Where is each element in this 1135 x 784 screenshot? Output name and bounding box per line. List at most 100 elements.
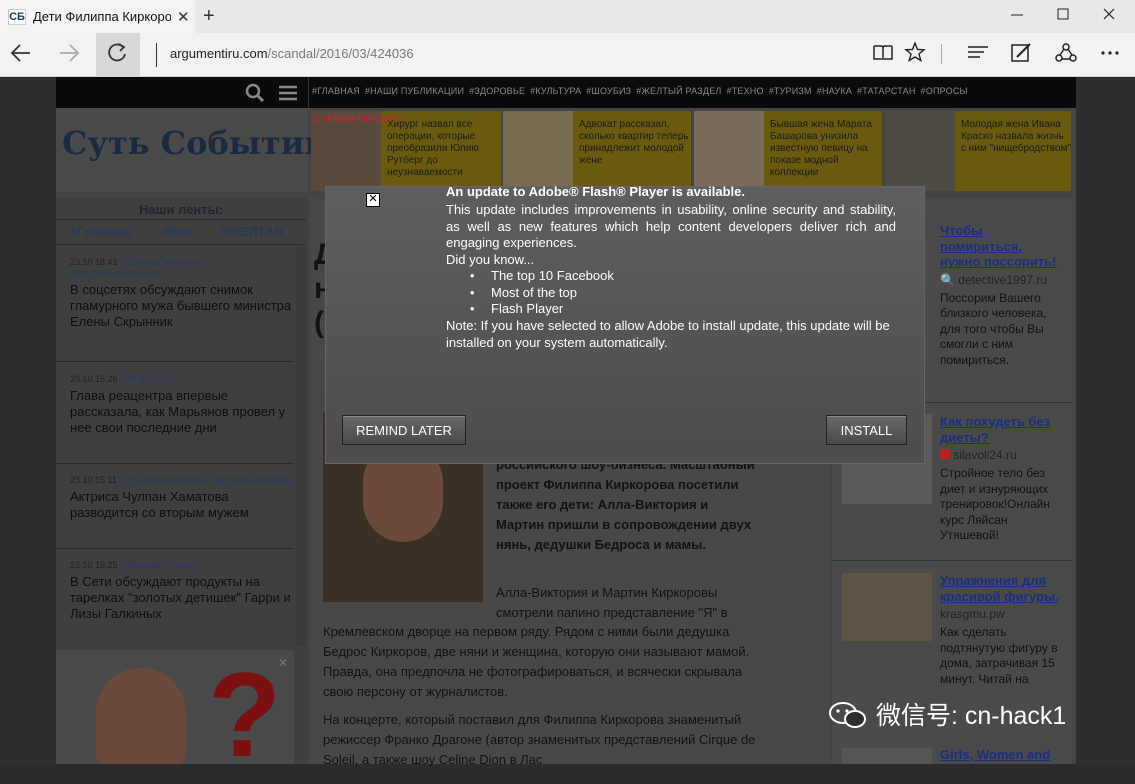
site-logo[interactable]: Суть Событий (62, 124, 328, 162)
wechat-logo-icon (828, 700, 866, 728)
favorite-star-icon[interactable] (902, 41, 928, 68)
close-ad-icon[interactable]: ✕ (278, 656, 288, 670)
feed-date: 23.10 15:25 (70, 560, 118, 570)
ad-label: С ПОИСК ПО САЙТУ (314, 114, 404, 124)
right-ad[interactable]: Упражнения для красивой фигуры. krasgmu.… (940, 573, 1065, 687)
right-ad-title[interactable]: Упражнения для красивой фигуры. (940, 573, 1065, 604)
teaser-ad-text: Хирург назвал все операции, которые прео… (387, 119, 479, 178)
right-ad-source: krasgmu.pw (940, 607, 1005, 621)
site-nav-links[interactable]: #ГЛАВНАЯ #НАШИ ПУБЛИКАЦИИ #ЗДОРОВЬЕ #КУЛЬТУ… (312, 86, 973, 96)
url-path: /scandal/2016/03/424036 (267, 46, 414, 61)
site-nav-link[interactable]: #ШОУБИЗ (586, 86, 631, 96)
site-nav-link[interactable]: #ТЕХНО (727, 86, 764, 96)
magnifier-icon: 🔍 (940, 272, 955, 287)
sidebar-scrollbar[interactable] (296, 246, 306, 646)
dialog-note: Note: If you have selected to allow Adob… (446, 318, 890, 350)
right-ad-image[interactable] (842, 573, 932, 641)
close-icon[interactable]: ✕ (366, 193, 380, 207)
toolbar-divider (941, 44, 942, 64)
install-button[interactable]: INSTALL (826, 415, 907, 445)
back-icon[interactable] (6, 41, 36, 71)
remind-later-button[interactable]: REMIND LATER (342, 415, 466, 445)
site-nav-link[interactable]: #ЖЕЛТЫЙ РАЗДЕЛ (636, 86, 721, 96)
feed-item[interactable]: 23.10 15:25 # МаксимГалкин В Сети обсужд… (70, 560, 292, 622)
feed-tags[interactable]: # Марьянов (120, 374, 175, 385)
site-nav-link[interactable]: #НАШИ ПУБЛИКАЦИИ (365, 86, 464, 96)
web-note-icon[interactable] (1008, 42, 1034, 70)
article-paragraph: На концерте, который поставил для Филипп… (323, 712, 756, 767)
url-field[interactable]: argumentiru.com/scandal/2016/03/424036 (170, 46, 414, 61)
feed-tab-all[interactable]: #Вся (162, 224, 193, 239)
site-nav-link[interactable]: #ТАТАРСТАН (857, 86, 916, 96)
dialog-did-you-know: Did you know... (446, 251, 535, 267)
site-nav-link[interactable]: #ЗДОРОВЬЕ (469, 86, 525, 96)
divider (56, 463, 294, 464)
dialog-bullet: Flash Player (491, 301, 564, 316)
site-nav-link[interactable]: #ГЛАВНАЯ (312, 86, 360, 96)
minimize-icon[interactable] (1007, 6, 1027, 27)
nav-divider (308, 77, 309, 108)
site-nav-link[interactable]: #ТУРИЗМ (769, 86, 812, 96)
divider (56, 361, 294, 362)
feed-tags[interactable]: # МаксимГалкин (120, 560, 196, 571)
right-ad-image[interactable] (842, 748, 932, 764)
article-paragraph: Кремлевском дворце на первом ряду. Рядом… (323, 624, 750, 699)
refresh-icon[interactable] (103, 41, 133, 71)
site-nav-link[interactable]: #НАУКА (817, 86, 852, 96)
article-lead: российского шоу-бизнеса. Масштабный прое… (496, 457, 755, 552)
feed-headline[interactable]: В Сети обсуждают продукты на тарелках "з… (70, 574, 292, 622)
site-nav-link[interactable]: #КУЛЬТУРА (530, 86, 581, 96)
feeds-title: Наши ленты: (138, 202, 224, 217)
new-tab-icon[interactable]: + (203, 5, 215, 28)
reading-view-icon[interactable] (870, 42, 896, 68)
dialog-body: This update includes improvements in usa… (446, 202, 896, 268)
feed-item[interactable]: 23.10 15:26 # Марьянов Глава реацентра в… (70, 374, 292, 436)
right-ad-title[interactable]: Чтобы помириться, нужно поссорить! (940, 223, 1065, 270)
article-paragraph: Алла-Виктория и Мартин Киркоровы смотрел… (496, 585, 728, 620)
feed-tab-yellow[interactable]: #ЖЕЛТАЯ (221, 224, 284, 239)
maximize-icon[interactable] (1053, 6, 1073, 27)
right-ad-source: detective1997.ru (958, 272, 1048, 287)
close-tab-icon[interactable]: ✕ (177, 8, 190, 26)
feed-tab-main[interactable]: #Главная (70, 224, 130, 239)
site-menu-icon[interactable] (278, 84, 298, 107)
right-ad-title[interactable]: Girls, Women and (940, 747, 1065, 763)
site-nav-link[interactable]: #ОПРОСЫ (921, 86, 968, 96)
divider (832, 560, 1072, 561)
dialog-bullet: The top 10 Facebook (491, 268, 614, 283)
dialog-bullets: • The top 10 Facebook • Most of the top • F… (470, 268, 614, 316)
site-search-icon[interactable] (244, 82, 266, 107)
feed-headline[interactable]: Глава реацентра впервые рассказала, как … (70, 388, 292, 436)
sidebar-banner-ad[interactable]: ? ✕ (56, 648, 294, 782)
more-icon[interactable] (1097, 42, 1123, 68)
right-ad[interactable]: Чтобы помириться, нужно поссорить! 🔍 det… (940, 223, 1065, 368)
right-ad-desc: Стройное тело без диет и изнуряющих трен… (940, 466, 1050, 542)
feed-item[interactable]: 23.10 15:11 # ЧулпанХаматова , Александр… (70, 475, 292, 521)
browser-tab[interactable]: СБ Дети Филиппа Киркоро ✕ (0, 0, 195, 33)
favicon: СБ (8, 8, 26, 25)
feed-item[interactable]: 23.10 18:41 # ЕленаСкрынник , ДмитрийБел… (70, 257, 292, 330)
feed-headline[interactable]: В соцсетях обсуждают снимок гламурного м… (70, 282, 292, 330)
right-ad-title[interactable]: Как похудеть без диеты? (940, 414, 1065, 445)
teaser-ad-2[interactable]: Адвокат рассказал, сколько квартир тепер… (503, 111, 691, 191)
address-divider (156, 43, 157, 67)
url-domain: argumentiru.com (170, 46, 268, 61)
teaser-ad-4[interactable]: Молодая жена Ивана Краско назвала жизнь … (885, 111, 1071, 191)
right-ad-desc: Как сделать подтянутую фигуру в домa, за… (940, 625, 1058, 686)
hub-icon[interactable] (965, 42, 991, 68)
site-badge-icon (940, 449, 950, 459)
right-ad-desc: Поссорим Вашего близкого человека, для т… (940, 290, 1047, 367)
feed-date: 23.10 15:11 (70, 475, 117, 485)
feed-date: 23.10 15:26 (70, 374, 118, 384)
feed-headline[interactable]: Актриса Чулпан Хаматова разводится со вт… (70, 489, 292, 521)
right-ad[interactable]: Как похудеть без диеты? silavoli24.ru Ст… (940, 414, 1065, 544)
dialog-bullet: Most of the top (491, 284, 577, 300)
watermark-text: 微信号: cn-hack1 (876, 702, 1067, 730)
share-icon[interactable] (1053, 42, 1079, 70)
close-window-icon[interactable] (1099, 6, 1119, 27)
right-ad[interactable]: Girls, Women and (940, 747, 1065, 763)
divider (56, 219, 306, 220)
feed-tags[interactable]: # ЧулпанХаматова , АлександрШейн (119, 475, 291, 486)
forward-icon[interactable] (54, 41, 84, 71)
teaser-ad-3[interactable]: Бывшая жена Марата Башарова унизила изве… (694, 111, 882, 191)
